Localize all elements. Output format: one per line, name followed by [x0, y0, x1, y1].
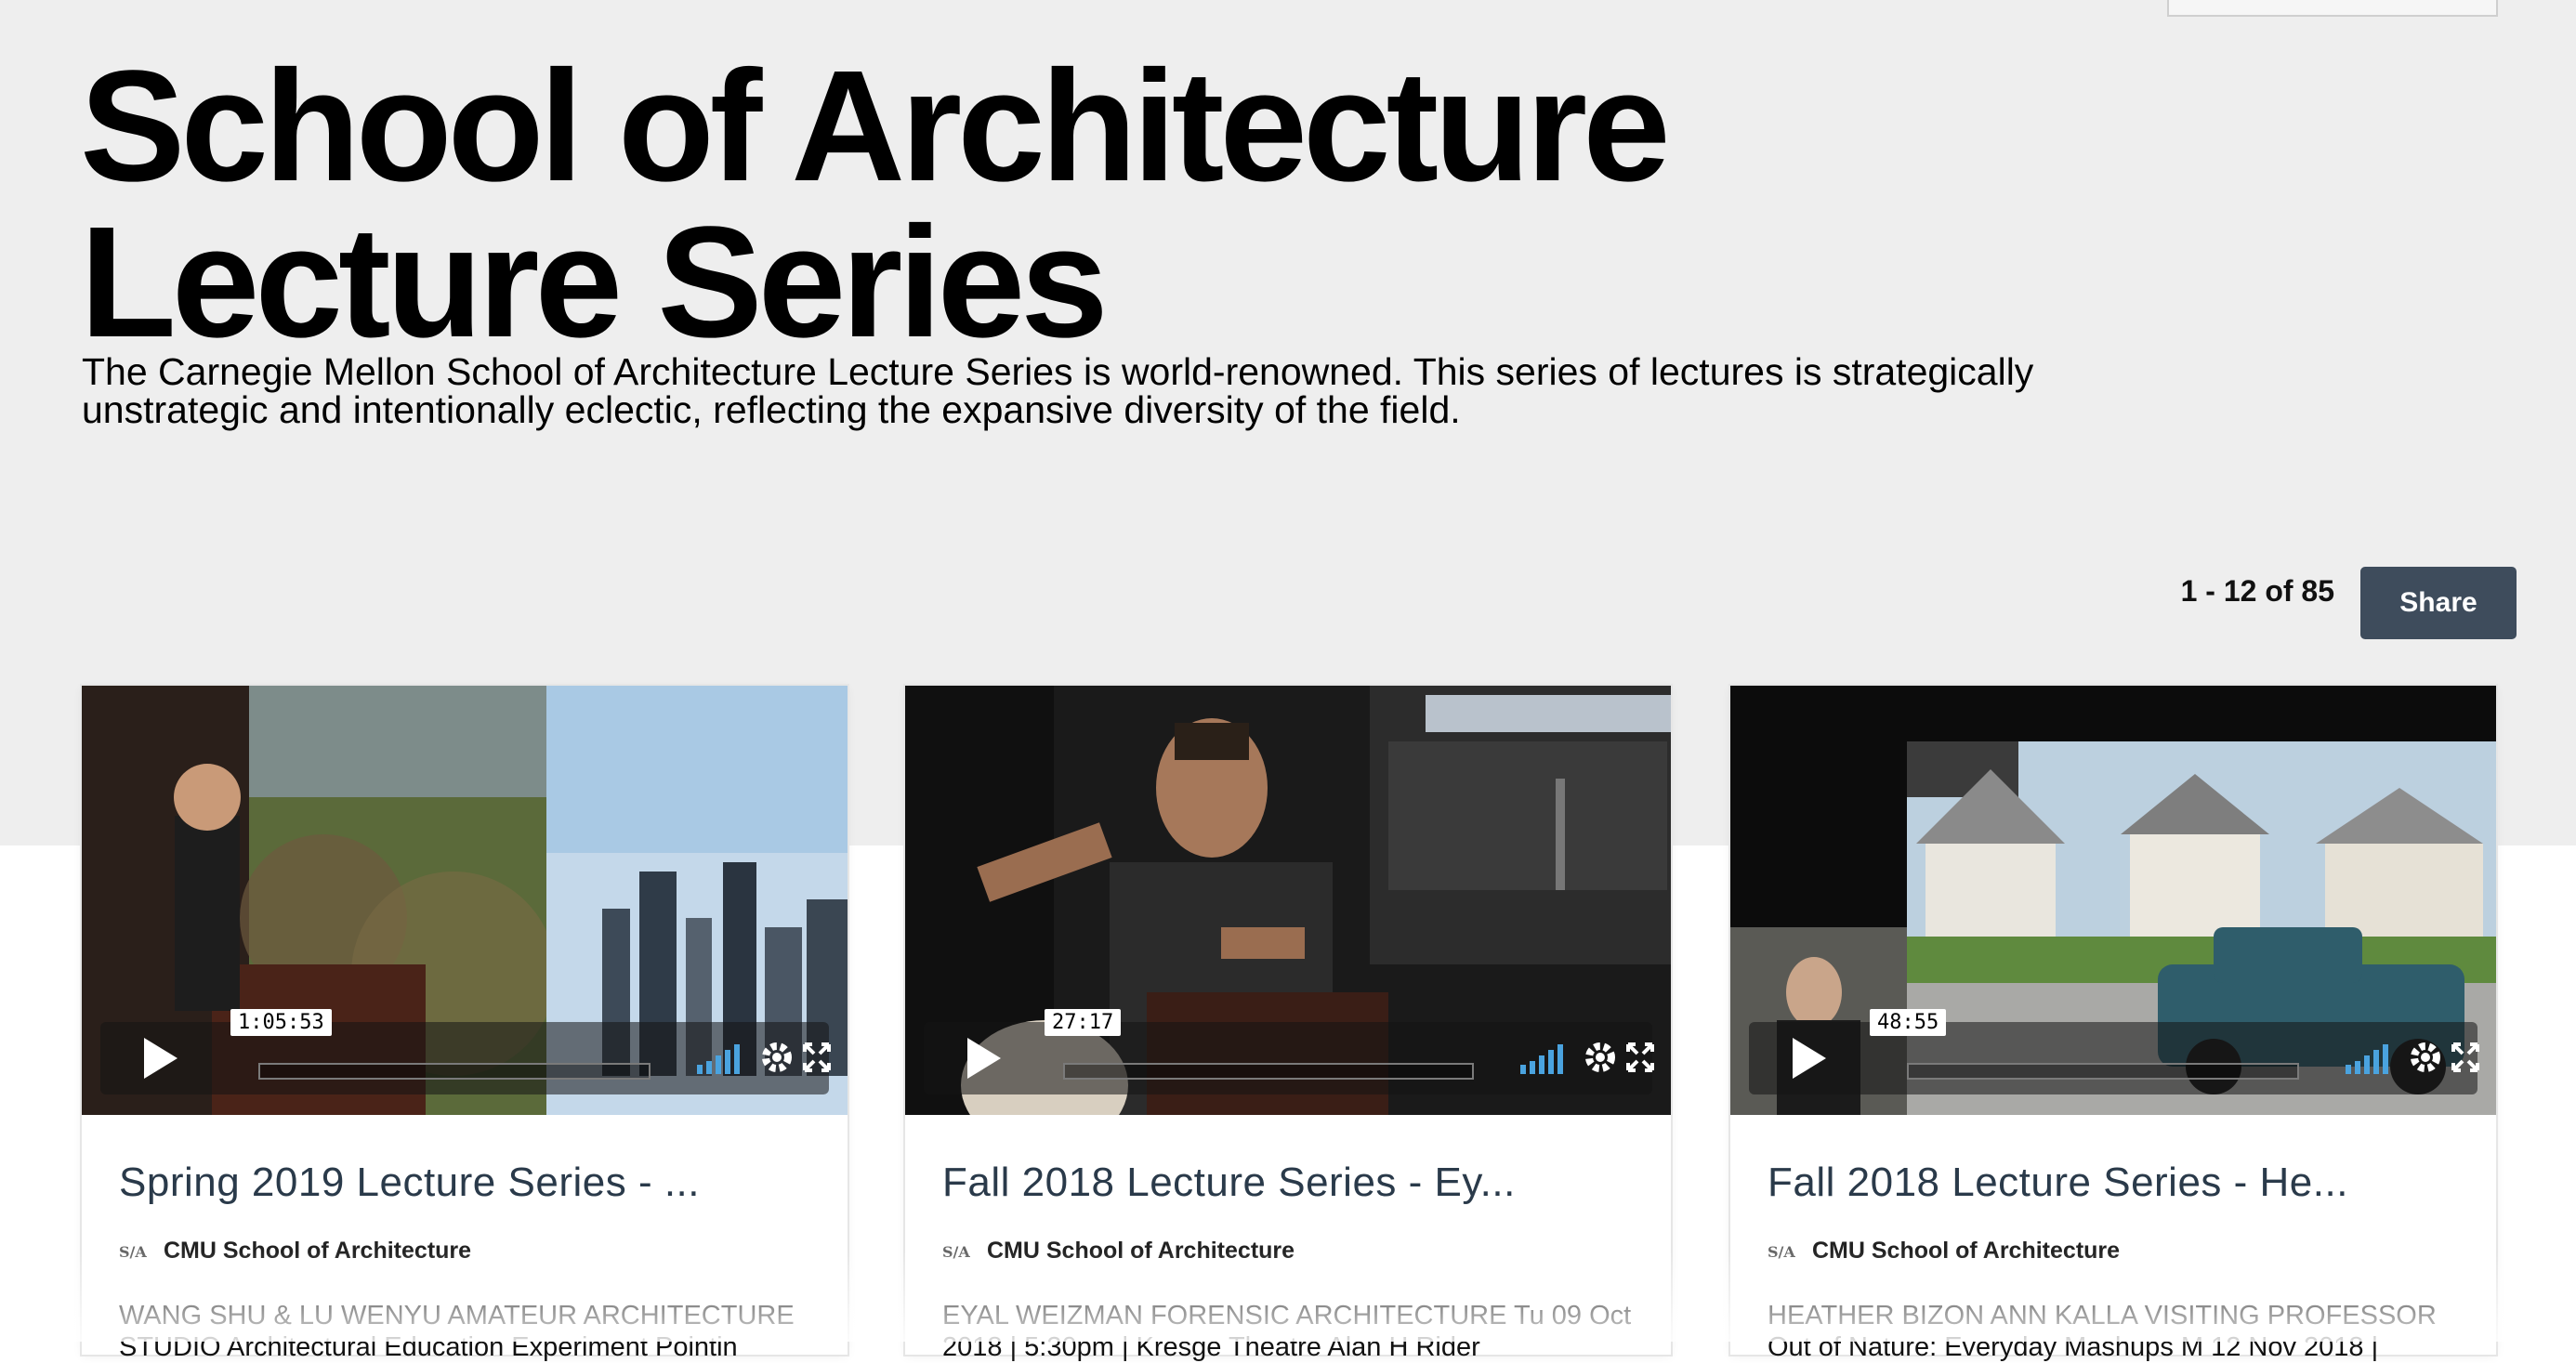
- video-title[interactable]: Spring 2019 Lecture Series - ...: [119, 1160, 810, 1206]
- svg-text:S/A: S/A: [1768, 1243, 1795, 1261]
- search-input[interactable]: [2167, 0, 2498, 17]
- page-title: School of Architecture Lecture Series: [80, 47, 1671, 361]
- video-controls: 1:05:53: [100, 1009, 831, 1094]
- video-controls: 48:55: [1749, 1009, 2479, 1094]
- share-button[interactable]: Share: [2360, 567, 2517, 639]
- channel-logo-icon: S/A: [1768, 1243, 1795, 1261]
- video-description: EYAL WEIZMAN FORENSIC ARCHITECTURE Tu 09…: [942, 1301, 1632, 1362]
- video-card[interactable]: 48:55 Fall 2018 Lecture Series - He... S…: [1730, 686, 2496, 1362]
- video-player[interactable]: 48:55: [1730, 686, 2496, 1115]
- play-button[interactable]: [100, 1022, 221, 1094]
- video-controls: 27:17: [924, 1009, 1654, 1094]
- fullscreen-icon[interactable]: [803, 1039, 831, 1076]
- play-button[interactable]: [1749, 1022, 1870, 1094]
- svg-text:S/A: S/A: [942, 1243, 970, 1261]
- volume-icon[interactable]: [695, 1039, 740, 1076]
- fullscreen-icon[interactable]: [1626, 1039, 1654, 1076]
- volume-icon[interactable]: [1518, 1039, 1563, 1076]
- video-title[interactable]: Fall 2018 Lecture Series - Ey...: [942, 1160, 1634, 1206]
- video-player[interactable]: 1:05:53: [82, 686, 848, 1115]
- play-icon: [1793, 1038, 1826, 1079]
- gear-icon[interactable]: [2407, 1039, 2444, 1076]
- channel-link[interactable]: S/A CMU School of Architecture: [942, 1238, 1634, 1265]
- channel-logo-icon: S/A: [119, 1243, 147, 1261]
- page-title-line-2: Lecture Series: [80, 194, 1109, 371]
- channel-logo-icon: S/A: [942, 1243, 970, 1261]
- video-player[interactable]: 27:17: [905, 686, 1671, 1115]
- progress-bar[interactable]: [258, 1063, 651, 1080]
- svg-text:S/A: S/A: [119, 1243, 147, 1261]
- play-button[interactable]: [924, 1022, 1045, 1094]
- volume-icon[interactable]: [2344, 1039, 2388, 1076]
- gear-icon[interactable]: [1582, 1039, 1619, 1076]
- play-icon: [144, 1038, 177, 1079]
- duration-label: 48:55: [1870, 1009, 1947, 1036]
- duration-label: 1:05:53: [230, 1009, 332, 1036]
- result-count: 1 - 12 of 85: [2180, 574, 2334, 608]
- page-title-line-1: School of Architecture: [80, 38, 1671, 215]
- channel-name: CMU School of Architecture: [164, 1238, 472, 1264]
- channel-link[interactable]: S/A CMU School of Architecture: [119, 1238, 810, 1265]
- video-card[interactable]: 27:17 Fall 2018 Lecture Series - Ey... S…: [905, 686, 1671, 1362]
- duration-label: 27:17: [1045, 1009, 1122, 1036]
- video-description: WANG SHU & LU WENYU AMATEUR ARCHITECTURE…: [119, 1301, 795, 1362]
- progress-bar[interactable]: [1063, 1063, 1474, 1080]
- channel-link[interactable]: S/A CMU School of Architecture: [1768, 1238, 2459, 1265]
- video-title[interactable]: Fall 2018 Lecture Series - He...: [1768, 1160, 2459, 1206]
- video-description: HEATHER BIZON ANN KALLA VISITING PROFESS…: [1768, 1301, 2437, 1362]
- gear-icon[interactable]: [758, 1039, 795, 1076]
- fullscreen-icon[interactable]: [2451, 1039, 2479, 1076]
- play-icon: [967, 1038, 1001, 1079]
- channel-name: CMU School of Architecture: [1812, 1238, 2121, 1264]
- progress-bar[interactable]: [1907, 1063, 2299, 1080]
- video-card[interactable]: 1:05:53 Spring 2019 Lecture Series - ...…: [82, 686, 848, 1362]
- page-description: The Carnegie Mellon School of Architectu…: [82, 350, 2034, 431]
- channel-name: CMU School of Architecture: [987, 1238, 1295, 1264]
